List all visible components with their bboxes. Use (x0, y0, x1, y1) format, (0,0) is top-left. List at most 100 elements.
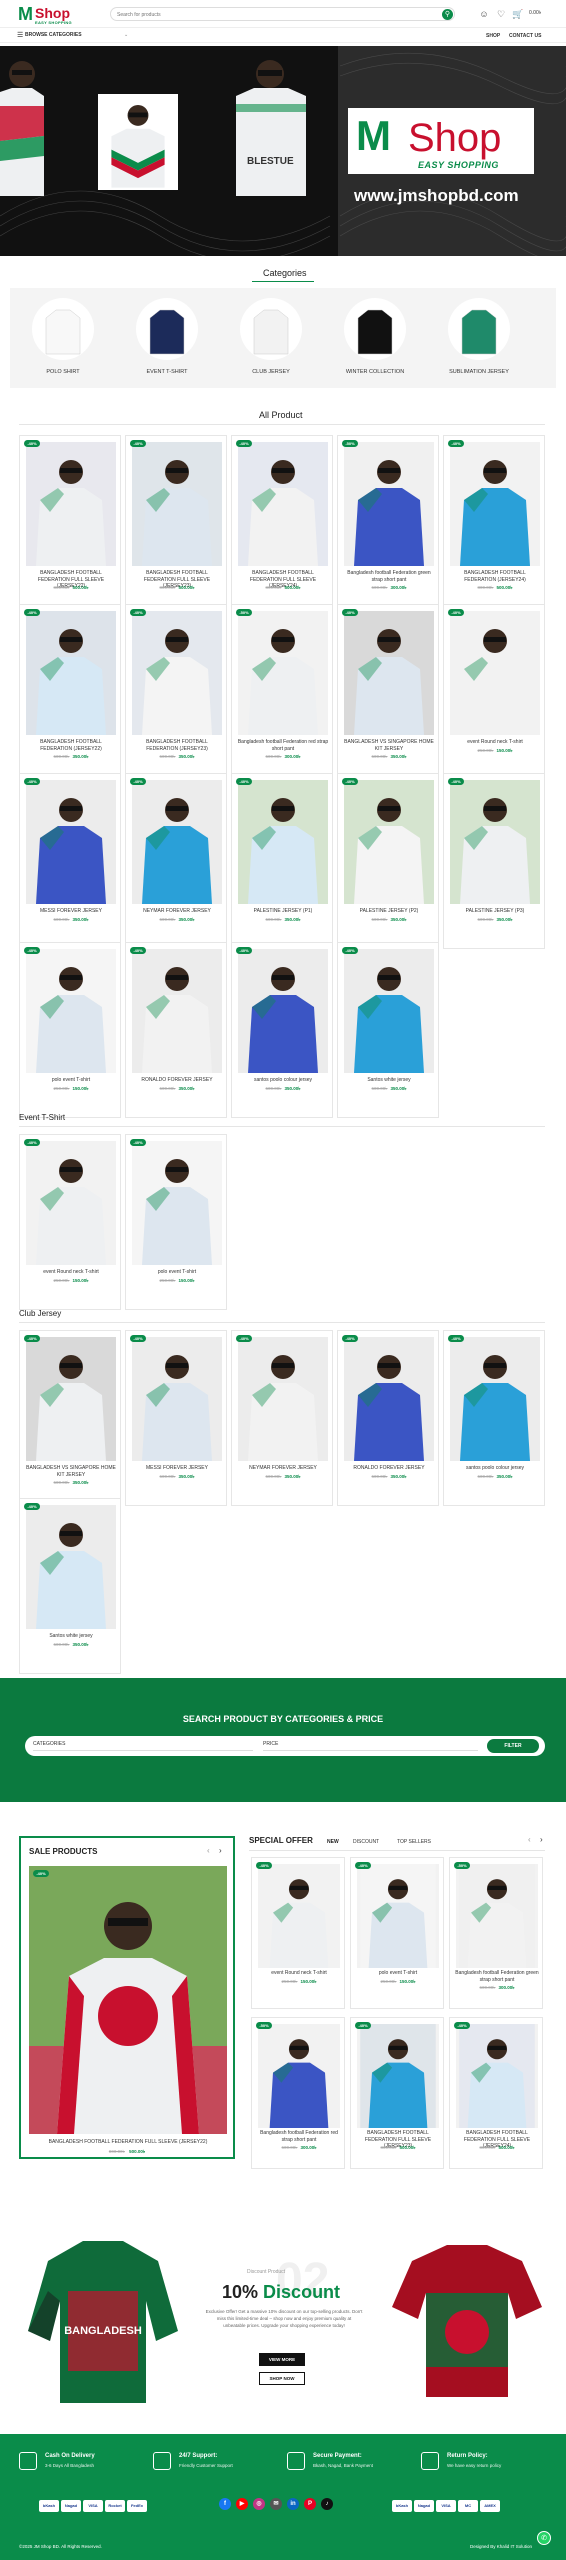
next-arrow-icon[interactable]: › (219, 1846, 222, 1855)
product-card[interactable]: -40% RONALDO FOREVER JERSEY 600.00৳ 350.00৳ (125, 942, 227, 1118)
product-name[interactable]: santos poolo colour jersey (236, 1077, 330, 1084)
category-label[interactable]: POLO SHIRT (23, 369, 103, 375)
facebook-icon[interactable]: f (219, 2498, 231, 2510)
nav-shop[interactable]: SHOP (486, 33, 500, 39)
category-label[interactable]: SUBLIMATION JERSEY (439, 369, 519, 375)
product-image[interactable] (344, 611, 434, 735)
youtube-icon[interactable]: ▶ (236, 2498, 248, 2510)
category-image[interactable] (240, 298, 302, 360)
hero-banner[interactable]: BLESTUE M Shop EASY SHOPPING www.jmshopb… (0, 46, 566, 256)
chevron-down-icon[interactable]: ⌄ (124, 32, 128, 38)
product-card[interactable]: -40% BANGLADESH FOOTBALL FEDERATION FULL … (231, 435, 333, 611)
product-name[interactable]: PALESTINE JERSEY (P3) (448, 908, 542, 915)
category-image[interactable] (448, 298, 510, 360)
product-name[interactable]: BANGLADESH VS SINGAPORE HOME KIT JERSEY (24, 1465, 118, 1478)
product-card[interactable]: -40% BANGLADESH FOOTBALL FEDERATION (JERS… (19, 604, 121, 780)
category-item[interactable]: POLO SHIRT (23, 298, 103, 375)
prev-arrow-icon[interactable]: ‹ (528, 1835, 531, 1844)
product-image[interactable] (258, 1864, 340, 1968)
product-name[interactable]: BANGLADESH FOOTBALL FEDERATION (JERSEY23… (130, 739, 224, 752)
product-name[interactable]: NEYMAR FOREVER JERSEY (236, 1465, 330, 1472)
product-image[interactable] (132, 442, 222, 566)
product-card[interactable]: -50% Bangladesh football Federation red s… (231, 604, 333, 780)
category-item[interactable]: WINTER COLLECTION (335, 298, 415, 375)
browse-categories[interactable]: BROWSE CATEGORIES (25, 32, 82, 38)
nav-contact[interactable]: CONTACT US (509, 33, 541, 39)
product-card[interactable]: -40% santos poolo colour jersey 600.00৳ 350… (231, 942, 333, 1118)
search-input[interactable] (117, 9, 417, 20)
tab-top-sellers[interactable]: TOP SELLERS (397, 1839, 431, 1845)
product-image[interactable] (132, 949, 222, 1073)
product-image[interactable] (450, 611, 540, 735)
category-label[interactable]: WINTER COLLECTION (335, 369, 415, 375)
wishlist-icon[interactable]: ♡ (495, 8, 507, 20)
category-item[interactable]: EVENT T-SHIRT (127, 298, 207, 375)
product-image[interactable] (132, 780, 222, 904)
product-card[interactable]: -40% BANGLADESH VS SINGAPORE HOME KIT JER… (19, 1330, 121, 1506)
product-name[interactable]: event Round neck T-shirt (256, 1970, 342, 1977)
product-card[interactable]: -40% PALESTINE JERSEY (P1) 600.00৳ 350.00৳ (231, 773, 333, 949)
product-image[interactable] (450, 1337, 540, 1461)
product-image[interactable] (344, 949, 434, 1073)
product-name[interactable]: BANGLADESH FOOTBALL FEDERATION (JERSEY24… (448, 570, 542, 583)
product-name[interactable]: santos poolo colour jersey (448, 1465, 542, 1472)
category-label[interactable]: EVENT T-SHIRT (127, 369, 207, 375)
view-more-button[interactable]: VIEW MORE (259, 2353, 305, 2366)
product-name[interactable]: RONALDO FOREVER JERSEY (342, 1465, 436, 1472)
product-name[interactable]: Santos white jersey (24, 1633, 118, 1640)
tab-discount[interactable]: DISCOUNT (353, 1839, 379, 1845)
product-name[interactable]: PALESTINE JERSEY (P1) (236, 908, 330, 915)
product-image[interactable] (450, 442, 540, 566)
product-image[interactable] (258, 2024, 340, 2128)
product-image[interactable] (344, 780, 434, 904)
whatsapp-chat-icon[interactable]: ✆ (537, 2531, 551, 2545)
product-image[interactable] (238, 611, 328, 735)
product-image[interactable] (238, 780, 328, 904)
product-image[interactable] (26, 1505, 116, 1629)
search-icon[interactable]: ⚲ (442, 9, 453, 20)
product-card[interactable]: -40% BANGLADESH FOOTBALL FEDERATION FULL … (125, 435, 227, 611)
product-card[interactable]: -50% Bangladesh football Federation green… (449, 1857, 543, 2009)
product-image[interactable] (26, 1337, 116, 1461)
product-card[interactable]: -40% polo event T-shirt 250.00৳ 150.00৳ (350, 1857, 444, 2009)
credit-text[interactable]: Designed By Khalid IT Solution (470, 2544, 532, 2549)
product-name[interactable]: polo event T-shirt (130, 1269, 224, 1276)
product-image[interactable] (357, 2024, 439, 2128)
user-icon[interactable]: ☺ (478, 8, 490, 20)
product-name[interactable]: polo event T-shirt (355, 1970, 441, 1977)
product-card[interactable]: -40% polo event T-shirt 250.00৳ 150.00৳ (19, 942, 121, 1118)
prev-arrow-icon[interactable]: ‹ (207, 1846, 210, 1855)
product-name[interactable]: Bangladesh football Federation red strap… (256, 2130, 342, 2143)
next-arrow-icon[interactable]: › (540, 1835, 543, 1844)
product-image[interactable] (344, 1337, 434, 1461)
product-name[interactable]: event Round neck T-shirt (24, 1269, 118, 1276)
product-image[interactable] (357, 1864, 439, 1968)
product-card[interactable]: -40% event Round neck T-shirt 250.00৳ 150.0… (251, 1857, 345, 2009)
product-image[interactable] (132, 1141, 222, 1265)
product-card[interactable]: -40% event Round neck T-shirt 250.00৳ 150.0… (19, 1134, 121, 1310)
product-card[interactable]: -40% event Round neck T-shirt 250.00৳ 150.0… (443, 604, 545, 780)
cart-total[interactable]: 0.00৳ (529, 10, 541, 18)
product-image[interactable] (238, 442, 328, 566)
sale-product-name[interactable]: BANGLADESH FOOTBALL FEDERATION FULL SLEE… (25, 2139, 231, 2145)
tiktok-icon[interactable]: ♪ (321, 2498, 333, 2510)
product-card[interactable]: -40% santos poolo colour jersey 600.00৳ 350… (443, 1330, 545, 1506)
product-name[interactable]: Santos white jersey (342, 1077, 436, 1084)
category-label[interactable]: CLUB JERSEY (231, 369, 311, 375)
product-name[interactable]: MESSI FOREVER JERSEY (130, 1465, 224, 1472)
product-image[interactable] (238, 949, 328, 1073)
product-card[interactable]: -40% Santos white jersey 600.00৳ 350.00৳ (19, 1498, 121, 1674)
cart-icon[interactable]: 🛒 (512, 8, 524, 20)
product-image[interactable] (450, 780, 540, 904)
product-image[interactable] (132, 611, 222, 735)
product-card[interactable]: -40% BANGLADESH FOOTBALL FEDERATION FULL … (350, 2017, 444, 2169)
product-name[interactable]: RONALDO FOREVER JERSEY (130, 1077, 224, 1084)
product-card[interactable]: -40% PALESTINE JERSEY (P3) 600.00৳ 350.00৳ (443, 773, 545, 949)
product-name[interactable]: event Round neck T-shirt (448, 739, 542, 746)
product-card[interactable]: -40% BANGLADESH FOOTBALL FEDERATION FULL … (19, 435, 121, 611)
product-card[interactable]: -40% BANGLADESH FOOTBALL FEDERATION FULL … (449, 2017, 543, 2169)
product-image[interactable] (26, 1141, 116, 1265)
product-image[interactable] (456, 1864, 538, 1968)
email-icon[interactable]: ✉ (270, 2498, 282, 2510)
shop-now-button[interactable]: SHOP NOW (259, 2372, 305, 2385)
